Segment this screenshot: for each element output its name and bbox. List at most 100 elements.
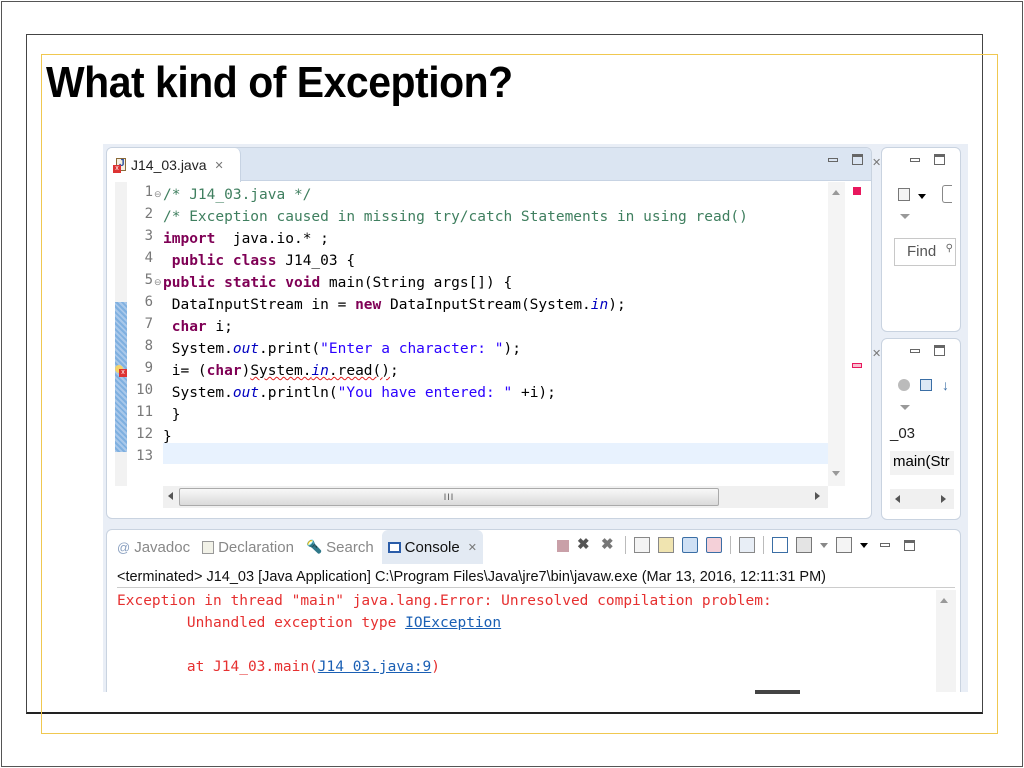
view-menu-icon[interactable] (900, 214, 910, 219)
stacktrace-source-link[interactable]: J14 03.java:9 (318, 659, 432, 675)
java-file-error-icon: Jx (113, 157, 127, 173)
close-icon[interactable]: ✕ (468, 541, 477, 554)
pin-console-icon[interactable] (739, 537, 755, 553)
line-number: 5 (144, 272, 153, 288)
declaration-icon (202, 540, 215, 554)
outline-item-main[interactable]: main(Str (890, 451, 954, 475)
code-area[interactable]: /* J14_03.java */ /* Exception caused in… (163, 182, 828, 486)
search-icon: 🔦 (305, 539, 323, 554)
outline-view: ✕ ↓ _03 main(Str (872, 338, 961, 520)
line-number: 3 (144, 228, 153, 244)
view-window-controls (910, 345, 945, 356)
fold-collapse-icon[interactable]: ⊖ (154, 189, 162, 200)
filter-icon[interactable] (942, 185, 952, 203)
close-icon[interactable]: ✕ (215, 159, 224, 172)
line-number: 11 (136, 404, 153, 420)
output-line: at J14_03.main(J14 03.java:9) (117, 659, 441, 675)
maximize-icon[interactable] (934, 345, 945, 356)
console-launch-description: <terminated> J14_03 [Java Application] C… (117, 566, 955, 588)
code-editor-panel: Jx J14_03.java ✕ 1 ⊖ 2 3 4 5 ⊖ 6 7 8 9 x 10 11 12 13 /*… (106, 147, 872, 519)
line-number: 7 (144, 316, 153, 332)
code-line-9: i= (char)System.in.read(); (163, 363, 399, 379)
clear-console-icon[interactable] (634, 537, 650, 553)
sort-icon[interactable]: ↓ (942, 377, 949, 393)
view-window-controls (910, 154, 945, 165)
output-line: Exception in thread "main" java.lang.Err… (117, 593, 781, 609)
minimize-icon[interactable] (910, 348, 920, 353)
code-line-12: } (163, 429, 172, 445)
toolbar-separator (730, 536, 731, 554)
scroll-left-icon[interactable] (895, 495, 900, 503)
collapse-all-icon[interactable] (920, 379, 932, 391)
dropdown-arrow-icon[interactable] (918, 194, 926, 199)
show-on-error-icon[interactable] (706, 537, 722, 553)
close-icon[interactable]: ✕ (872, 156, 882, 169)
task-list-view: ✕ Find ⚲ (872, 147, 961, 332)
hide-fields-icon[interactable] (898, 379, 910, 391)
output-line: Unhandled exception type IOException (117, 615, 502, 631)
code-line-10: System.out.println("You have entered: " … (163, 385, 556, 401)
new-console-icon[interactable] (836, 537, 852, 553)
code-line-11: } (163, 407, 181, 423)
scroll-right-icon[interactable] (815, 492, 820, 500)
error-squiggle[interactable]: System.in.read() (250, 363, 390, 379)
ioexception-link[interactable]: IOException (405, 615, 501, 631)
show-on-output-icon[interactable] (682, 537, 698, 553)
error-summary-icon[interactable] (853, 187, 861, 195)
tab-label: Declaration (218, 538, 294, 556)
editor-vertical-scrollbar[interactable] (828, 182, 845, 486)
maximize-icon[interactable] (852, 154, 863, 165)
minimize-icon[interactable] (910, 157, 920, 162)
view-menu-icon[interactable] (900, 405, 910, 410)
range-indicator (115, 302, 127, 452)
terminate-icon[interactable] (557, 540, 569, 552)
maximize-icon[interactable] (904, 539, 915, 551)
toolbar-separator (625, 536, 626, 554)
display-selected-console-icon[interactable] (796, 537, 812, 553)
console-toolbar: ✖ ✖ (557, 536, 915, 554)
scroll-lock-icon[interactable] (658, 537, 674, 553)
slide-artifact (755, 690, 800, 694)
dropdown-arrow-icon[interactable] (860, 542, 868, 548)
slide-title: What kind of Exception? (46, 58, 513, 107)
remove-all-terminated-icon[interactable]: ✖ (601, 537, 617, 553)
open-console-icon[interactable] (772, 537, 788, 553)
line-number: 13 (136, 448, 153, 464)
line-number: 2 (144, 206, 153, 222)
eclipse-screenshot: Jx J14_03.java ✕ 1 ⊖ 2 3 4 5 ⊖ 6 7 8 9 x 10 11 12 13 /*… (103, 144, 968, 692)
tab-javadoc[interactable]: @ Javadoc (115, 530, 192, 564)
outline-item-class[interactable]: _03 (890, 425, 915, 442)
remove-launch-icon[interactable]: ✖ (577, 537, 593, 553)
scroll-down-icon[interactable] (832, 471, 840, 476)
tab-declaration[interactable]: Declaration (200, 530, 296, 564)
editor-gutter: 1 ⊖ 2 3 4 5 ⊖ 6 7 8 9 x 10 11 12 13 (107, 182, 163, 486)
minimize-icon[interactable] (828, 157, 838, 162)
error-location-marker[interactable] (852, 363, 862, 368)
tab-j14-03-java[interactable]: Jx J14_03.java ✕ (107, 148, 241, 182)
console-output[interactable]: Exception in thread "main" java.lang.Err… (117, 590, 937, 678)
scroll-right-icon[interactable] (941, 495, 946, 503)
maximize-icon[interactable] (934, 154, 945, 165)
new-task-icon[interactable] (898, 188, 910, 201)
tab-search[interactable]: 🔦 Search (304, 530, 376, 564)
editor-horizontal-scrollbar[interactable]: III (163, 486, 828, 508)
minimize-icon[interactable] (880, 543, 890, 547)
code-line-2: /* Exception caused in missing try/catch… (163, 209, 748, 225)
quick-fix-error-icon[interactable]: x (115, 365, 127, 377)
scroll-up-icon[interactable] (832, 190, 840, 195)
line-number: 4 (144, 250, 153, 266)
scroll-up-icon[interactable] (940, 598, 948, 603)
find-input[interactable]: Find ⚲ (894, 238, 956, 266)
fold-collapse-icon[interactable]: ⊖ (154, 277, 162, 288)
search-icon: ⚲ (945, 243, 953, 254)
scroll-left-icon[interactable] (168, 492, 173, 500)
console-vertical-scrollbar[interactable] (936, 590, 956, 692)
outline-horizontal-scrollbar[interactable] (890, 489, 954, 509)
close-icon[interactable]: ✕ (872, 347, 882, 360)
scrollbar-thumb[interactable]: III (179, 488, 719, 506)
code-line-8: System.out.print("Enter a character: "); (163, 341, 521, 357)
dropdown-arrow-icon[interactable] (820, 542, 828, 548)
tab-console[interactable]: Console ✕ (381, 530, 483, 564)
editor-window-controls (828, 154, 863, 165)
